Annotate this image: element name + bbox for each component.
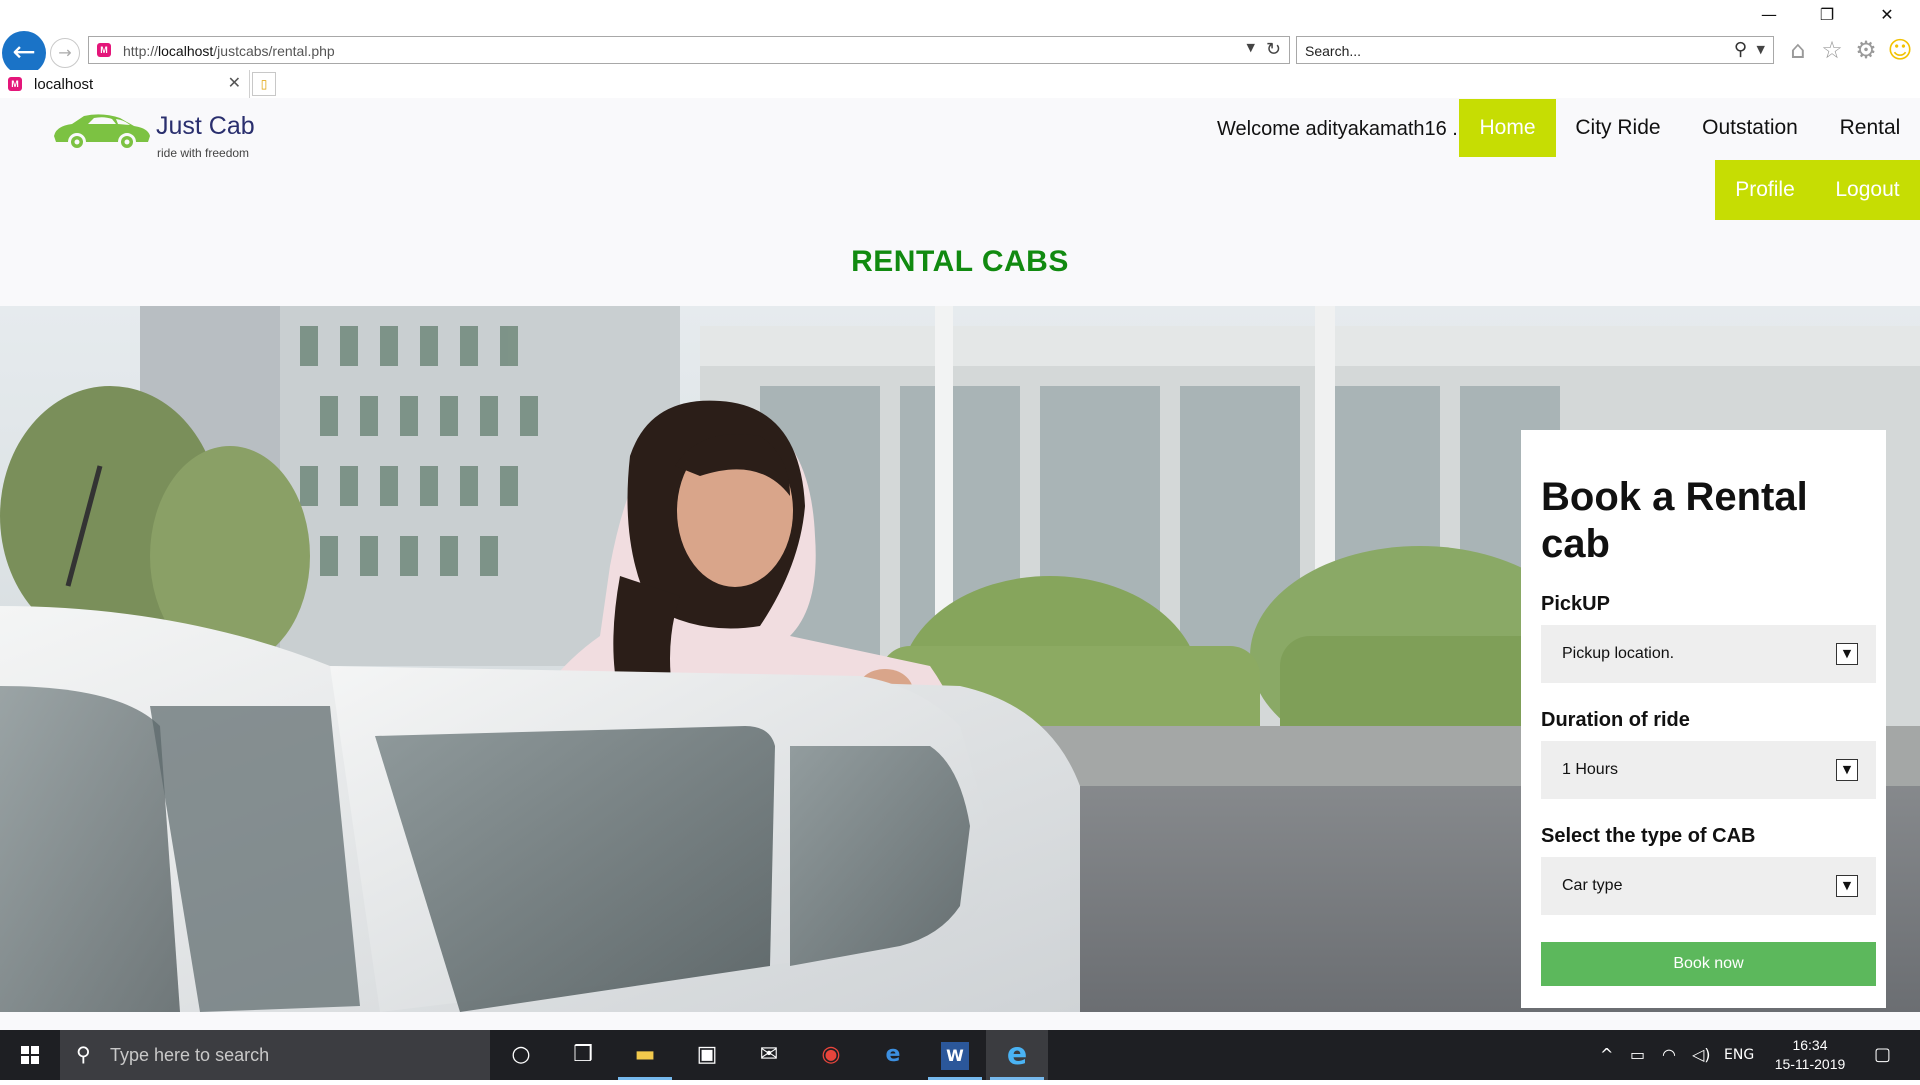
refresh-icon[interactable]: ↻ bbox=[1266, 39, 1281, 60]
volume-icon[interactable]: ◁) bbox=[1692, 1030, 1711, 1080]
welcome-message: Welcome adityakamath16 . bbox=[1217, 118, 1458, 140]
wifi-icon[interactable]: ◠ bbox=[1662, 1030, 1676, 1080]
tab-strip: M localhost ✕ ▯ bbox=[0, 70, 1920, 98]
cab-type-select[interactable]: Car type ▼ bbox=[1541, 857, 1876, 915]
home-icon[interactable]: ⌂ bbox=[1782, 34, 1814, 66]
windows-taskbar: ⚲ Type here to search ○ ❒ ▬ ▣ ✉ ◉ e W e … bbox=[0, 1030, 1920, 1080]
nav-logout[interactable]: Logout bbox=[1815, 160, 1920, 220]
car-logo-icon bbox=[54, 114, 150, 148]
page-content: Just Cab ride with freedom Welcome adity… bbox=[0, 98, 1920, 1030]
language-indicator[interactable]: ENG bbox=[1724, 1030, 1754, 1080]
forward-icon: → bbox=[58, 43, 72, 62]
nav-home[interactable]: Home bbox=[1459, 99, 1556, 157]
browser-search-placeholder: Search... bbox=[1305, 43, 1362, 59]
taskbar-search-placeholder: Type here to search bbox=[110, 1045, 270, 1065]
tab-localhost[interactable]: M localhost ✕ bbox=[0, 70, 250, 98]
booking-form: Book a Rental cab PickUP Pickup location… bbox=[1521, 430, 1886, 1008]
duration-select-value: 1 Hours bbox=[1562, 761, 1619, 778]
url-text[interactable]: http://localhost/justcabs/rental.php bbox=[123, 43, 335, 59]
clock-time: 16:34 bbox=[1792, 1037, 1828, 1053]
new-tab-button[interactable]: ▯ bbox=[252, 72, 276, 96]
restore-button[interactable]: ❐ bbox=[1804, 0, 1850, 30]
pickup-label: PickUP bbox=[1541, 593, 1610, 615]
back-button[interactable]: ← bbox=[2, 31, 46, 75]
browser-title-bar: — ❐ ✕ bbox=[0, 0, 1920, 30]
pickup-select-value: Pickup location. bbox=[1562, 645, 1675, 662]
address-toolbar: ← → M http://localhost/justcabs/rental.p… bbox=[0, 30, 1920, 75]
booking-title: Book a Rental cab bbox=[1541, 475, 1808, 566]
logo-name: Just Cab bbox=[156, 112, 255, 140]
cab-type-label: Select the type of CAB bbox=[1541, 825, 1756, 847]
site-logo[interactable]: Just Cab ride with freedom bbox=[50, 108, 310, 160]
nav-rental[interactable]: Rental bbox=[1822, 99, 1918, 157]
url-dropdown-icon[interactable]: ▼ bbox=[1247, 41, 1255, 54]
back-icon: ← bbox=[12, 35, 36, 68]
settings-gear-icon[interactable]: ⚙ bbox=[1850, 34, 1882, 66]
minimize-button[interactable]: — bbox=[1746, 0, 1792, 30]
forward-button[interactable]: → bbox=[50, 38, 80, 68]
smiley-feedback-icon[interactable]: ☺ bbox=[1884, 34, 1916, 66]
mail-icon[interactable]: ✉ bbox=[738, 1030, 800, 1080]
user-nav-bar: Profile Logout bbox=[1715, 160, 1920, 220]
file-explorer-icon[interactable]: ▬ bbox=[614, 1030, 676, 1080]
cab-type-select-value: Car type bbox=[1562, 877, 1623, 894]
taskbar-clock[interactable]: 16:34 15-11-2019 bbox=[1760, 1036, 1860, 1074]
notifications-icon[interactable]: ▢ bbox=[1874, 1030, 1891, 1080]
book-now-button[interactable]: Book now bbox=[1541, 942, 1876, 986]
duration-label: Duration of ride bbox=[1541, 709, 1690, 731]
windows-logo-icon bbox=[21, 1046, 39, 1064]
favorites-star-icon[interactable]: ☆ bbox=[1816, 34, 1848, 66]
chevron-down-icon: ▼ bbox=[1836, 759, 1858, 781]
tab-favicon-icon: M bbox=[8, 77, 22, 91]
duration-select[interactable]: 1 Hours ▼ bbox=[1541, 741, 1876, 799]
task-view-icon[interactable]: ❒ bbox=[552, 1030, 614, 1080]
site-favicon-icon: M bbox=[97, 43, 111, 57]
word-icon[interactable]: W bbox=[924, 1030, 986, 1080]
cortana-icon[interactable]: ○ bbox=[490, 1030, 552, 1080]
search-icon[interactable]: ⚲ bbox=[1734, 39, 1747, 60]
chrome-icon[interactable]: ◉ bbox=[800, 1030, 862, 1080]
logo-tagline: ride with freedom bbox=[157, 146, 250, 160]
chevron-down-icon: ▼ bbox=[1836, 875, 1858, 897]
close-tab-icon[interactable]: ✕ bbox=[228, 73, 241, 92]
edge-icon[interactable]: e bbox=[862, 1030, 924, 1080]
internet-explorer-icon[interactable]: e bbox=[986, 1030, 1048, 1080]
show-hidden-icons-chevron-icon[interactable]: ^ bbox=[1600, 1030, 1613, 1080]
search-icon: ⚲ bbox=[76, 1042, 91, 1066]
page-title: RENTAL CABS bbox=[851, 245, 1069, 278]
nav-city-ride[interactable]: City Ride bbox=[1556, 99, 1680, 157]
tab-title: localhost bbox=[34, 76, 94, 93]
clock-date: 15-11-2019 bbox=[1774, 1056, 1846, 1072]
chevron-down-icon: ▼ bbox=[1836, 643, 1858, 665]
battery-icon[interactable]: ▭ bbox=[1630, 1030, 1645, 1080]
address-bar[interactable]: M http://localhost/justcabs/rental.php ▼… bbox=[88, 36, 1290, 64]
pickup-select[interactable]: Pickup location. ▼ bbox=[1541, 625, 1876, 683]
search-dropdown-icon[interactable]: ▼ bbox=[1757, 43, 1765, 56]
close-window-button[interactable]: ✕ bbox=[1864, 0, 1910, 30]
store-icon[interactable]: ▣ bbox=[676, 1030, 738, 1080]
browser-search-box[interactable]: Search... ⚲ ▼ bbox=[1296, 36, 1774, 64]
nav-outstation[interactable]: Outstation bbox=[1684, 99, 1816, 157]
start-button[interactable] bbox=[0, 1030, 60, 1080]
nav-profile[interactable]: Profile bbox=[1715, 160, 1815, 220]
taskbar-search-box[interactable]: ⚲ Type here to search bbox=[60, 1030, 490, 1080]
